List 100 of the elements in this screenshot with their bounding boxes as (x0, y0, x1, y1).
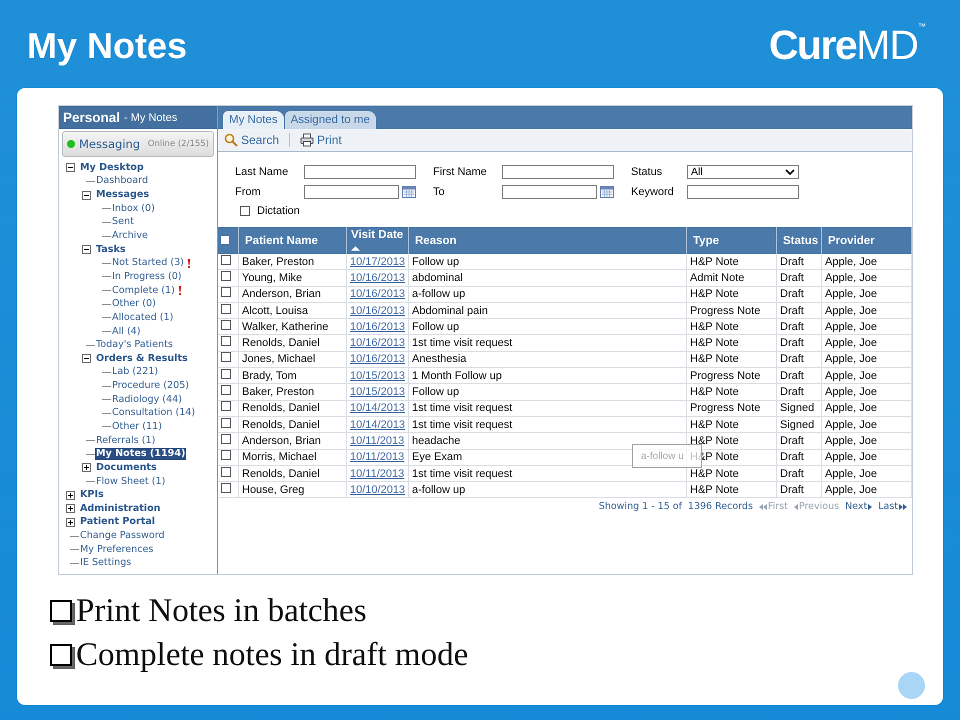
tab[interactable]: My Notes (223, 111, 284, 129)
caret-icon (785, 169, 795, 175)
row-checkbox[interactable] (221, 466, 231, 476)
tree-item[interactable]: Inbox (0) (111, 202, 156, 215)
column-header[interactable]: Patient Name (238, 227, 346, 254)
table-cell: Apple, Joe (822, 368, 912, 384)
date-link[interactable]: 10/16/2013 (350, 320, 406, 333)
column-header[interactable]: Status (776, 227, 822, 254)
date-link[interactable]: 10/16/2013 (350, 272, 406, 284)
tree-item[interactable]: Archive (111, 230, 149, 242)
expand-icon[interactable] (66, 504, 75, 514)
tree-item[interactable]: Flow Sheet (1) (95, 476, 166, 488)
row-checkbox[interactable] (221, 401, 231, 412)
row-checkbox[interactable] (221, 450, 231, 460)
tree-item[interactable]: My Preferences (79, 544, 154, 556)
tree-item[interactable]: Tasks (95, 244, 127, 256)
tree-item[interactable]: Other (11) (111, 420, 163, 433)
collapse-icon[interactable] (82, 190, 91, 200)
tree-item[interactable]: Orders & Results (95, 352, 189, 365)
collapse-icon[interactable] (82, 245, 91, 254)
tree-item[interactable]: Procedure (205) (111, 380, 190, 392)
date-link[interactable]: 10/16/2013 (350, 288, 406, 300)
collapse-icon[interactable] (82, 354, 91, 364)
tree-item[interactable]: Documents (95, 462, 158, 474)
tree-item[interactable]: Patient Portal (79, 516, 156, 528)
tree-item[interactable]: Lab (221) (111, 366, 160, 378)
expand-icon[interactable] (82, 463, 91, 472)
row-checkbox[interactable] (221, 254, 231, 265)
status-dropdown[interactable]: All (687, 165, 799, 179)
date-link[interactable]: 10/11/2013 (350, 434, 404, 447)
row-checkbox[interactable] (221, 336, 231, 346)
pager-link[interactable]: Next (845, 501, 872, 512)
table-cell: Brady, Tom (238, 368, 346, 384)
column-header[interactable]: Type (686, 227, 776, 254)
table-cell: H&P Note (686, 416, 776, 433)
column-header[interactable]: Visit Date (346, 227, 408, 254)
expand-icon[interactable] (66, 490, 75, 500)
row-checkbox[interactable] (221, 287, 231, 298)
tree-item[interactable]: IE Settings (79, 557, 132, 570)
tree-item[interactable]: My Desktop (79, 162, 145, 174)
column-header[interactable]: Reason (408, 227, 686, 254)
date-link[interactable]: 10/16/2013 (350, 353, 406, 366)
sidebar-subtitle: - My Notes (124, 112, 178, 124)
table-cell: Draft (776, 465, 822, 482)
checkbox[interactable] (240, 206, 250, 216)
tree-item[interactable]: KPIs (79, 489, 105, 502)
tree-item[interactable]: Dashboard (95, 175, 150, 188)
tree-item[interactable]: In Progress (0) (111, 270, 183, 283)
tree-item[interactable]: Radiology (44) (111, 394, 184, 406)
tree-item[interactable]: Referrals (1) (95, 434, 156, 447)
table-cell: Apple, Joe (822, 351, 912, 368)
field-label: Keyword (631, 186, 675, 198)
expand-icon[interactable] (66, 518, 75, 527)
input-field[interactable] (502, 185, 597, 199)
print-button[interactable]: Print (298, 133, 344, 147)
tree-item[interactable]: Today's Patients (95, 339, 174, 352)
row-checkbox[interactable] (221, 418, 231, 428)
tab[interactable]: Assigned to me (284, 111, 376, 129)
calendar-icon[interactable] (402, 186, 416, 198)
date-link[interactable]: 10/11/2013 (350, 468, 404, 480)
search-button[interactable]: Search (222, 133, 282, 147)
tree-item[interactable]: My Notes (1194) (95, 448, 186, 460)
input-field[interactable] (304, 185, 399, 199)
date-link[interactable]: 10/11/2013 (350, 451, 404, 464)
row-checkbox[interactable] (221, 385, 231, 396)
tree-item[interactable]: Allocated (1) (111, 312, 174, 324)
tree-item[interactable]: Other (0) (111, 298, 157, 310)
date-link[interactable]: 10/16/2013 (350, 304, 406, 317)
input-field[interactable] (304, 165, 416, 179)
collapse-icon[interactable] (66, 163, 75, 172)
tree-item[interactable]: Messages (95, 189, 150, 202)
row-checkbox[interactable] (221, 320, 231, 330)
date-link[interactable]: 10/10/2013 (350, 484, 406, 496)
row-checkbox[interactable] (221, 270, 231, 281)
input-field[interactable] (502, 165, 614, 179)
row-checkbox[interactable] (221, 434, 231, 444)
checkbox-label: Dictation (257, 205, 300, 217)
date-link[interactable]: 10/17/2013 (350, 256, 406, 268)
row-checkbox[interactable] (221, 368, 231, 379)
row-checkbox[interactable] (221, 304, 231, 314)
column-header[interactable]: Provider (822, 227, 912, 254)
tree-item[interactable]: Administration (79, 502, 162, 515)
pager-link[interactable]: Last (878, 501, 907, 512)
tree-item[interactable]: All (4) (111, 326, 142, 338)
messaging-bar[interactable]: Messaging Online (2/155) (62, 131, 214, 157)
date-link[interactable]: 10/15/2013 (350, 386, 406, 398)
date-link[interactable]: 10/14/2013 (350, 402, 406, 414)
tree-item[interactable]: Consultation (14) (111, 407, 196, 420)
tree-item[interactable]: Not Started (3) (111, 257, 185, 270)
tree-item[interactable]: Sent (111, 216, 135, 228)
date-link[interactable]: 10/15/2013 (350, 370, 406, 382)
date-link[interactable]: 10/16/2013 (350, 337, 406, 350)
date-link[interactable]: 10/14/2013 (350, 418, 406, 431)
calendar-icon[interactable] (600, 186, 614, 198)
tree-item[interactable]: Change Password (79, 530, 166, 542)
tree-item[interactable]: Complete (1) (111, 284, 176, 297)
row-checkbox[interactable] (221, 482, 231, 493)
row-checkbox[interactable] (221, 352, 231, 362)
select-all-checkbox[interactable] (221, 236, 229, 244)
input-field[interactable] (687, 185, 799, 199)
